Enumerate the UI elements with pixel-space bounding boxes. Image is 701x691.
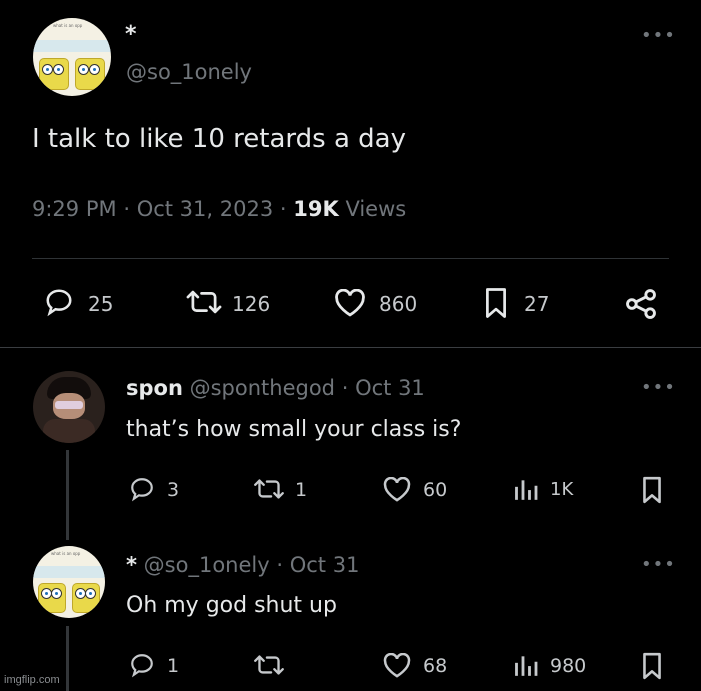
reply-count: 1 (167, 655, 180, 677)
tweet-text: I talk to like 10 retards a day (32, 124, 406, 154)
heart-icon[interactable] (382, 477, 412, 502)
share-icon[interactable] (624, 288, 658, 320)
tweet-meta: 9:29 PM · Oct 31, 2023 · 19K Views (32, 197, 406, 221)
bookmark-count: 27 (524, 292, 550, 316)
like-count: 860 (379, 292, 418, 316)
like-count: 60 (423, 479, 448, 501)
divider (32, 258, 669, 259)
more-options-icon[interactable]: ••• (641, 556, 676, 574)
reply-header: * @so_1onely · Oct 31 (126, 553, 359, 577)
thread-line (66, 626, 69, 691)
repost-icon[interactable] (251, 652, 287, 678)
reply-date[interactable]: Oct 31 (290, 553, 360, 577)
avatar[interactable] (33, 371, 105, 443)
repost-count: 1 (295, 479, 308, 501)
avatar-caption: what is an opp (51, 551, 81, 556)
avatar[interactable]: what is an opp (33, 546, 105, 618)
thread-line (66, 450, 69, 540)
reply-text: that’s how small your class is? (126, 417, 462, 442)
separator: · (276, 553, 284, 577)
reply-icon[interactable] (44, 287, 74, 317)
heart-icon[interactable] (333, 289, 367, 317)
watermark: imgflip.com (4, 674, 60, 686)
more-options-icon[interactable]: ••• (641, 379, 676, 397)
bookmark-icon[interactable] (483, 287, 509, 319)
reply-count: 25 (88, 292, 114, 316)
view-count: 1K (550, 479, 574, 500)
tweet-date[interactable]: Oct 31, 2023 (137, 197, 274, 221)
views-count: 19K (293, 197, 339, 221)
reply-count: 3 (167, 479, 180, 501)
display-name[interactable]: * (125, 22, 137, 47)
separator: · (341, 376, 349, 400)
repost-icon[interactable] (183, 287, 225, 317)
views-label: Views (345, 197, 407, 221)
more-options-icon[interactable]: ••• (641, 27, 676, 45)
views-icon[interactable] (512, 476, 542, 502)
bookmark-icon[interactable] (641, 652, 663, 680)
divider (0, 347, 701, 348)
bookmark-icon[interactable] (641, 476, 663, 504)
handle[interactable]: @so_1onely (126, 60, 252, 84)
avatar[interactable]: what is an opp (33, 18, 111, 96)
avatar-caption: what is an opp (53, 23, 83, 28)
reply-display-name[interactable]: spon (126, 376, 183, 400)
reply-display-name[interactable]: * (126, 553, 137, 577)
reply-text: Oh my god shut up (126, 593, 337, 618)
view-count: 980 (550, 655, 587, 677)
tweet-time[interactable]: 9:29 PM (32, 197, 117, 221)
reply-handle[interactable]: @sponthegod (190, 376, 335, 400)
reply-icon[interactable] (129, 652, 155, 678)
separator: · (123, 197, 130, 221)
reply-date[interactable]: Oct 31 (355, 376, 425, 400)
like-count: 68 (423, 655, 448, 677)
separator: · (279, 197, 287, 221)
views-icon[interactable] (512, 652, 542, 678)
repost-icon[interactable] (251, 476, 287, 502)
repost-count: 126 (232, 292, 271, 316)
reply-handle[interactable]: @so_1onely (144, 553, 270, 577)
reply-header: spon @sponthegod · Oct 31 (126, 376, 425, 400)
reply-icon[interactable] (129, 476, 155, 502)
heart-icon[interactable] (382, 653, 412, 678)
